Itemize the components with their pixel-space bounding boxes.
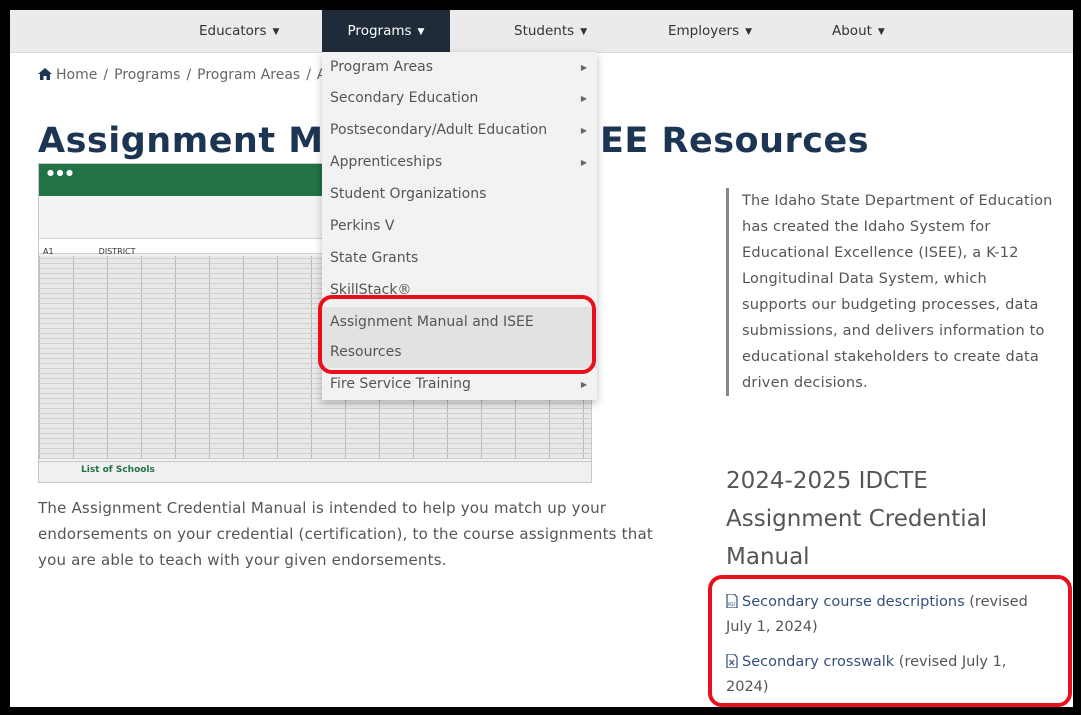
menu-item-resources[interactable]: Resources [322, 337, 597, 368]
page-title-right: EE Resources [600, 121, 870, 161]
spreadsheet-sheet-tabs: List of Schools [39, 461, 591, 482]
programs-dropdown-menu: Program Areas ▶ Secondary Education ▶ Post… [322, 52, 597, 400]
nav-students[interactable]: Students ▼ [500, 10, 601, 52]
menu-item-assignment-manual[interactable]: Assignment Manual and ISEE [322, 307, 597, 338]
link-crosswalk: Secondary crosswalk (revised July 1, 202… [726, 650, 1046, 700]
chevron-right-icon: ▶ [580, 158, 587, 167]
page-title-left: Assignment M [38, 121, 324, 161]
chevron-right-icon: ▶ [580, 63, 587, 72]
manual-heading: 2024-2025 IDCTE Assignment Credential Ma… [726, 468, 988, 570]
nav-educators[interactable]: Educators ▼ [185, 10, 293, 52]
nav-programs[interactable]: Programs ▼ [322, 10, 450, 52]
caret-down-icon: ▼ [580, 27, 588, 37]
caret-down-icon: ▼ [877, 27, 885, 37]
breadcrumb-programs[interactable]: Programs [114, 67, 180, 83]
breadcrumb-separator: / [103, 67, 109, 83]
caret-down-icon: ▼ [272, 27, 280, 37]
nav-about[interactable]: About ▼ [818, 10, 899, 52]
nav-employers[interactable]: Employers ▼ [654, 10, 766, 52]
menu-item-state-grants[interactable]: State Grants [322, 243, 597, 274]
breadcrumb-separator: / [186, 67, 192, 83]
breadcrumb: Home/Programs/Program Areas/A [38, 67, 326, 83]
chevron-right-icon: ▶ [580, 380, 587, 389]
window-controls-icon: ● ● ● [47, 168, 74, 177]
chevron-right-icon: ▶ [580, 94, 587, 103]
page-title: Assignment M [38, 121, 324, 161]
sheet-tab: List of Schools [81, 465, 155, 475]
breadcrumb-separator: / [306, 67, 311, 83]
isee-description-quote: The Idaho State Department of Education … [726, 188, 1054, 396]
menu-item-skillstack[interactable]: SkillStack® [322, 275, 597, 306]
menu-item-postsecondary-education[interactable]: Postsecondary/Adult Education ▶ [322, 115, 597, 146]
course-descriptions-link[interactable]: Secondary course descriptions [742, 594, 965, 610]
intro-paragraph: The Assignment Credential Manual is inte… [38, 499, 653, 569]
menu-item-program-areas[interactable]: Program Areas ▶ [322, 52, 597, 83]
breadcrumb-program-areas[interactable]: Program Areas [197, 67, 300, 83]
chevron-right-icon: ▶ [580, 126, 587, 135]
crosswalk-link[interactable]: Secondary crosswalk [742, 654, 894, 670]
svg-text:PDF: PDF [728, 602, 736, 607]
caret-down-icon: ▼ [417, 27, 425, 37]
top-navigation: Educators ▼ Programs ▼ Students ▼ Employers… [10, 10, 1073, 53]
excel-file-icon [726, 654, 738, 668]
menu-item-perkins-v[interactable]: Perkins V [322, 211, 597, 242]
menu-item-secondary-education[interactable]: Secondary Education ▶ [322, 83, 597, 114]
breadcrumb-home[interactable]: Home [56, 67, 97, 83]
page-frame: Educators ▼ Programs ▼ Students ▼ Employers… [10, 10, 1073, 707]
link-course-descriptions: PDF Secondary course descriptions (revise… [726, 590, 1046, 640]
menu-item-student-organizations[interactable]: Student Organizations [322, 179, 597, 210]
home-icon [38, 68, 52, 80]
pdf-file-icon: PDF [726, 594, 738, 608]
caret-down-icon: ▼ [745, 27, 753, 37]
menu-item-apprenticeships[interactable]: Apprenticeships ▶ [322, 147, 597, 178]
menu-item-fire-service-training[interactable]: Fire Service Training ▶ [322, 369, 597, 400]
